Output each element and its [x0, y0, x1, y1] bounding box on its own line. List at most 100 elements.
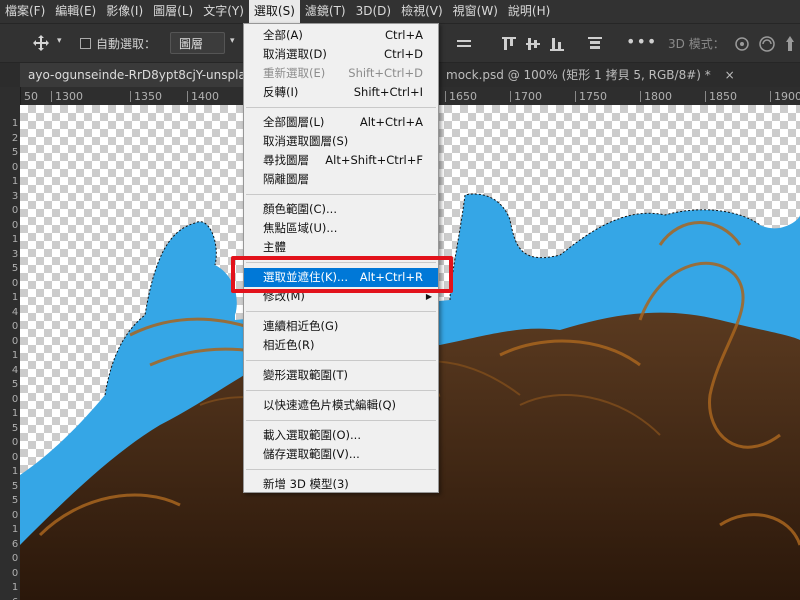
menu-item-label: 全部圖層(L) [263, 115, 325, 129]
ruler-tick-label: 5 [11, 147, 19, 158]
menu-item-label: 儲存選取範圍(V)... [263, 447, 360, 461]
ruler-tick-label: 0 [11, 335, 19, 347]
menu-item[interactable]: 隔離圖層 [244, 170, 438, 189]
align-vertical-centers-icon[interactable] [524, 35, 542, 53]
menu-item-shortcut: Ctrl+D [384, 47, 423, 61]
align-icon[interactable] [455, 35, 473, 53]
menu-item[interactable]: 新增 3D 模型(3) [244, 475, 438, 494]
ruler-tick-label: 50 [20, 91, 38, 102]
ruler-tick-label: 1 [11, 524, 19, 535]
menu-item-shortcut: Shift+Ctrl+D [348, 66, 423, 80]
menu-10[interactable]: 說明(H) [503, 0, 555, 23]
close-icon[interactable]: × [725, 68, 735, 82]
ruler-tick-label: 3 [11, 190, 19, 202]
ruler-tick-label: 0 [11, 219, 19, 231]
menu-item[interactable]: 取消選取圖層(S) [244, 132, 438, 151]
ruler-tick-label: 0 [11, 553, 19, 564]
tab-mock-psd[interactable]: mock.psd @ 100% (矩形 1 拷貝 5, RGB/8#) * × [438, 63, 800, 87]
menu-separator [246, 311, 436, 312]
ruler-tick-label: 1 [11, 350, 19, 361]
ruler-tick-label: 2 [11, 132, 19, 144]
menu-item-label: 載入選取範圍(O)... [263, 428, 361, 442]
vertical-ruler[interactable]: 12501300135014001450150015501600165 [0, 87, 21, 600]
ruler-tick-label: 1800 [640, 91, 672, 102]
menu-separator [246, 420, 436, 421]
ruler-tick-label: 0 [11, 205, 19, 216]
move-tool-icon[interactable] [32, 34, 50, 52]
align-top-edges-icon[interactable] [500, 35, 518, 53]
menu-0[interactable]: 檔案(F) [0, 0, 50, 23]
layer-dropdown[interactable]: 圖層 [170, 32, 225, 54]
ruler-tick-label: 1 [11, 176, 19, 187]
ruler-tick-label: 1900 [770, 91, 800, 102]
ruler-tick-label: 1850 [705, 91, 737, 102]
menu-item[interactable]: 連續相近色(G) [244, 317, 438, 336]
more-options-icon[interactable]: ••• [626, 32, 657, 51]
ruler-tick-label: 1750 [575, 91, 607, 102]
ruler-tick-label: 0 [11, 437, 19, 448]
orbit-3d-camera-icon[interactable] [732, 34, 752, 54]
menu-item-label: 隔離圖層 [263, 172, 309, 186]
menu-item[interactable]: 全部(A) Ctrl+A [244, 26, 438, 45]
menu-3[interactable]: 圖層(L) [148, 0, 198, 23]
menu-item-label: 相近色(R) [263, 338, 315, 352]
distribute-icon[interactable] [586, 35, 604, 53]
menu-item[interactable]: 顏色範圍(C)... [244, 200, 438, 219]
menu-8[interactable]: 檢視(V) [396, 0, 448, 23]
menu-item-shortcut: Alt+Ctrl+A [359, 115, 423, 129]
menu-9[interactable]: 視窗(W) [448, 0, 503, 23]
menu-6[interactable]: 濾鏡(T) [300, 0, 351, 23]
menu-item[interactable]: 相近色(R) [244, 336, 438, 355]
menu-item[interactable]: 全部圖層(L) Alt+Ctrl+A [244, 113, 438, 132]
align-bottom-edges-icon[interactable] [548, 35, 566, 53]
ruler-tick-label: 1 [11, 118, 19, 129]
menu-item-shortcut: Shift+Ctrl+I [353, 85, 423, 99]
menu-item[interactable]: 取消選取(D) Ctrl+D [244, 45, 438, 64]
ruler-tick-label: 0 [11, 277, 19, 289]
ruler-tick-label: 0 [11, 321, 19, 332]
ruler-tick-label: 4 [11, 306, 19, 318]
ruler-tick-label: 1300 [51, 91, 83, 102]
ruler-tick-label: 1 [11, 292, 19, 303]
menu-item-shortcut: Ctrl+A [385, 28, 423, 42]
menu-item[interactable]: 儲存選取範圍(V)... [244, 445, 438, 464]
menu-5[interactable]: 選取(S) [248, 0, 300, 23]
ruler-tick-label: 1350 [130, 91, 162, 102]
menu-item-label: 全部(A) [263, 28, 303, 42]
ruler-tick-label: 0 [11, 161, 19, 173]
menu-2[interactable]: 影像(I) [101, 0, 148, 23]
ruler-tick-label: 1 [11, 234, 19, 245]
menu-item-label: 顏色範圍(C)... [263, 202, 337, 216]
menu-item[interactable]: 變形選取範圍(T) [244, 366, 438, 385]
roll-3d-camera-icon[interactable] [757, 34, 777, 54]
menu-item[interactable]: 反轉(I) Shift+Ctrl+I [244, 83, 438, 102]
menu-item[interactable]: 尋找圖層 Alt+Shift+Ctrl+F [244, 151, 438, 170]
menu-4[interactable]: 文字(Y) [198, 0, 249, 23]
threed-mode-label: 3D 模式： [668, 37, 725, 51]
menu-item-label: 取消選取(D) [263, 47, 327, 61]
menu-item-label: 焦點區域(U)... [263, 221, 338, 235]
menu-item: 重新選取(E) Shift+Ctrl+D [244, 64, 438, 83]
ruler-tick-label: 1 [11, 582, 19, 593]
menu-separator [246, 360, 436, 361]
menu-7[interactable]: 3D(D) [351, 0, 396, 23]
menu-separator [246, 107, 436, 108]
ruler-tick-label: 5 [11, 379, 19, 390]
chevron-down-icon[interactable]: ▾ [57, 36, 62, 46]
menu-1[interactable]: 編輯(E) [50, 0, 101, 23]
ruler-tick-label: 5 [11, 422, 19, 434]
layer-dropdown-value: 圖層 [179, 37, 204, 51]
pan-3d-camera-icon[interactable] [781, 34, 799, 54]
auto-select-checkbox[interactable] [80, 36, 91, 50]
menu-item[interactable]: 以快速遮色片模式編輯(Q) [244, 396, 438, 415]
ruler-tick-label: 4 [11, 364, 19, 376]
tab-unsplash-image[interactable]: ayo-ogunseinde-RrD8ypt8cjY-unsplash.jpg [20, 63, 254, 87]
ruler-tick-label: 6 [11, 538, 19, 550]
highlight-callout-box [231, 256, 453, 293]
menu-item[interactable]: 主體 [244, 238, 438, 257]
tab-label: mock.psd @ 100% (矩形 1 拷貝 5, RGB/8#) * [446, 68, 711, 82]
chevron-down-icon[interactable]: ▾ [230, 36, 235, 46]
ruler-tick-label: 5 [11, 480, 19, 492]
menu-item[interactable]: 焦點區域(U)... [244, 219, 438, 238]
menu-item[interactable]: 載入選取範圍(O)... [244, 426, 438, 445]
